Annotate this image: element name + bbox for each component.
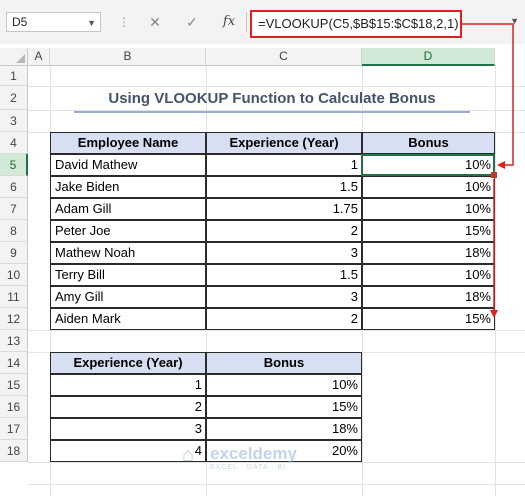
watermark-name: exceldemy [210, 444, 297, 463]
watermark: ⌂ exceldemy EXCEL · DATA · BI [182, 440, 362, 476]
annotation-arrows [462, 23, 514, 318]
formula-to-cell-arrow [462, 23, 514, 169]
watermark-tagline: EXCEL · DATA · BI [210, 464, 286, 471]
exceldemy-logo-icon: ⌂ [182, 444, 195, 466]
